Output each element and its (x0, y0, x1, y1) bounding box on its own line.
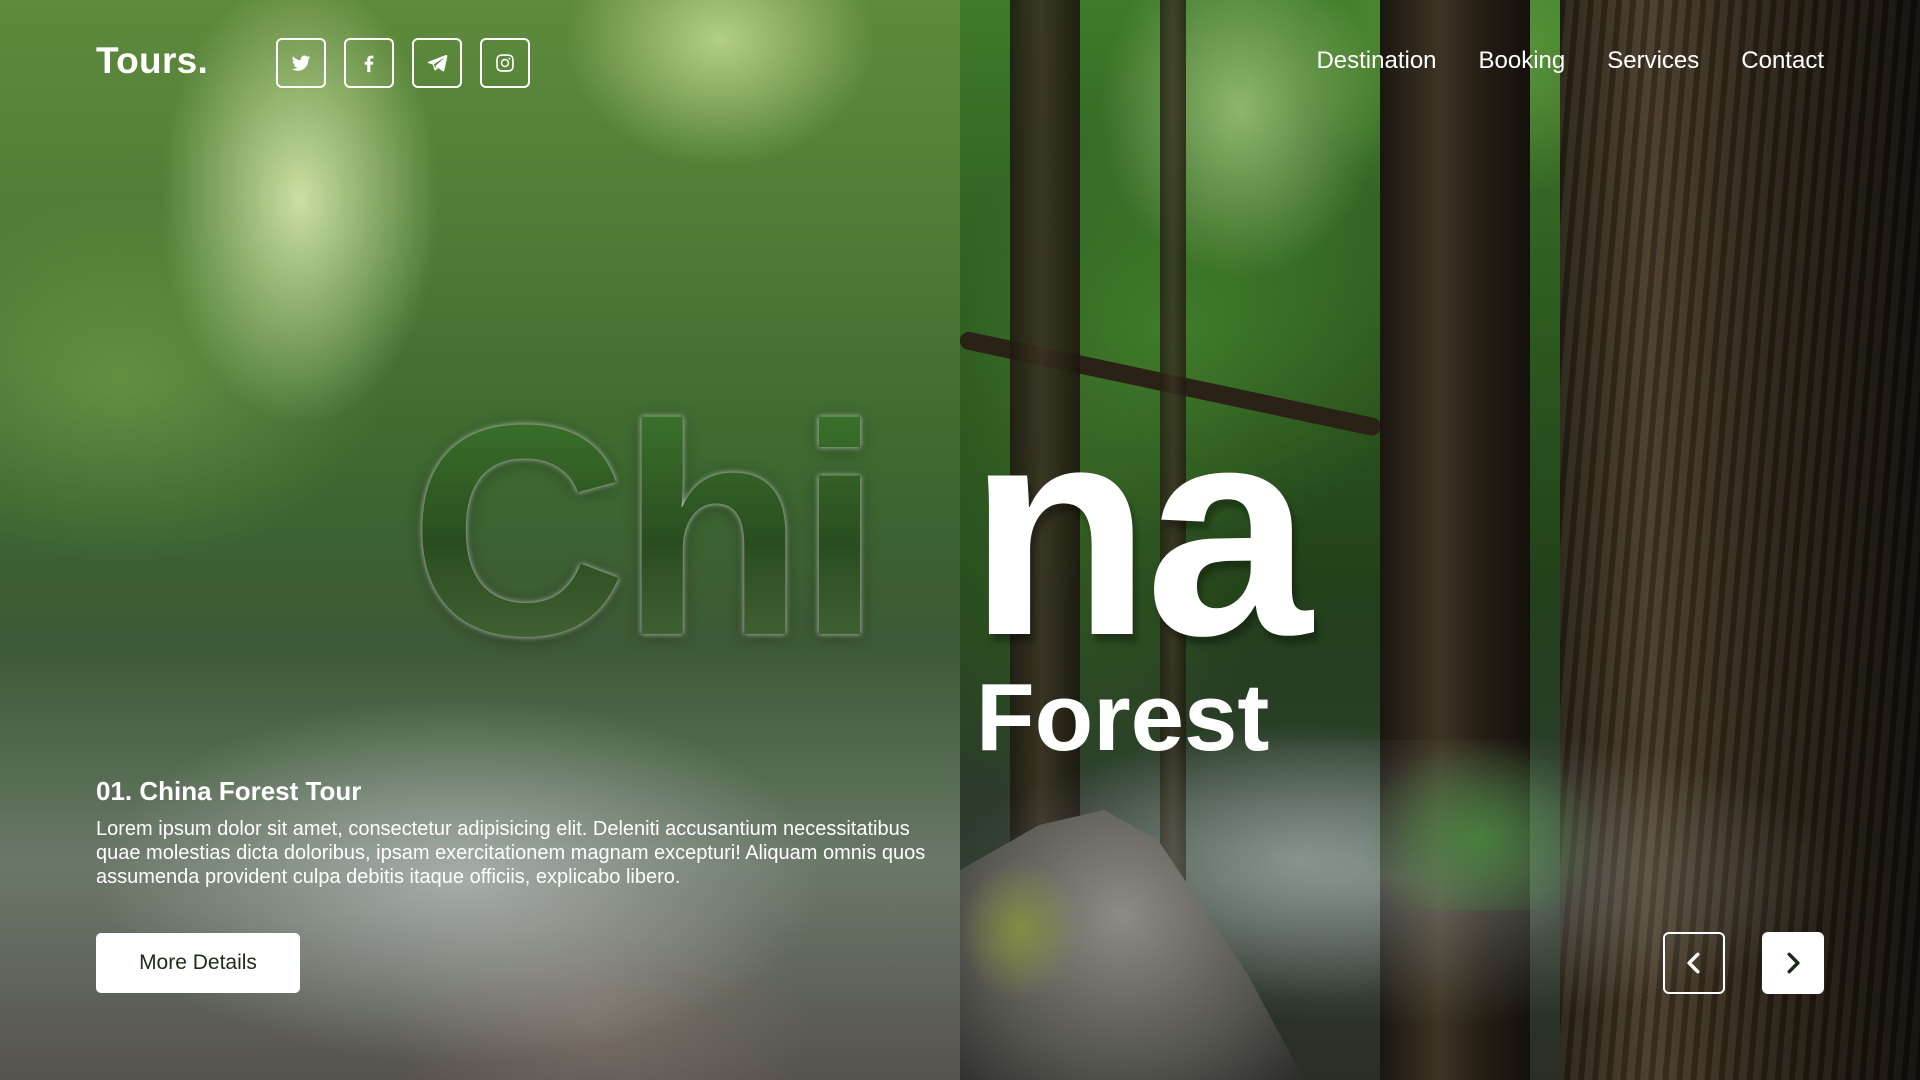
tour-description: Lorem ipsum dolor sit amet, consectetur … (96, 818, 926, 888)
hero-title-solid: na (968, 362, 1312, 698)
telegram-icon (427, 54, 448, 72)
fern-plant (1350, 730, 1610, 910)
twitter-button[interactable] (276, 38, 326, 88)
more-details-button[interactable]: More Details (96, 933, 300, 993)
nav-services[interactable]: Services (1607, 47, 1699, 75)
site-logo[interactable]: Tours. (96, 40, 208, 82)
social-links (276, 38, 530, 88)
hero-title-cutout: Chi (410, 362, 881, 698)
twitter-icon (291, 55, 311, 71)
hero-subtitle: Forest (976, 664, 1270, 771)
slider-next-button[interactable] (1762, 932, 1824, 994)
facebook-button[interactable] (344, 38, 394, 88)
slider-prev-button[interactable] (1663, 932, 1725, 994)
main-nav: Destination Booking Services Contact (1316, 47, 1824, 75)
instagram-button[interactable] (480, 38, 530, 88)
chevron-right-icon (1787, 952, 1800, 974)
nav-booking[interactable]: Booking (1479, 47, 1566, 75)
facebook-icon (364, 55, 374, 73)
nav-contact[interactable]: Contact (1741, 47, 1824, 75)
chevron-left-icon (1687, 952, 1700, 974)
tour-title: 01. China Forest Tour (96, 776, 362, 806)
boulder-moss (960, 860, 1080, 1000)
hero-stage: Tours. Destination Booking Services Cont… (0, 0, 1920, 1080)
telegram-button[interactable] (412, 38, 462, 88)
nav-destination[interactable]: Destination (1316, 47, 1436, 75)
instagram-icon (496, 54, 514, 72)
